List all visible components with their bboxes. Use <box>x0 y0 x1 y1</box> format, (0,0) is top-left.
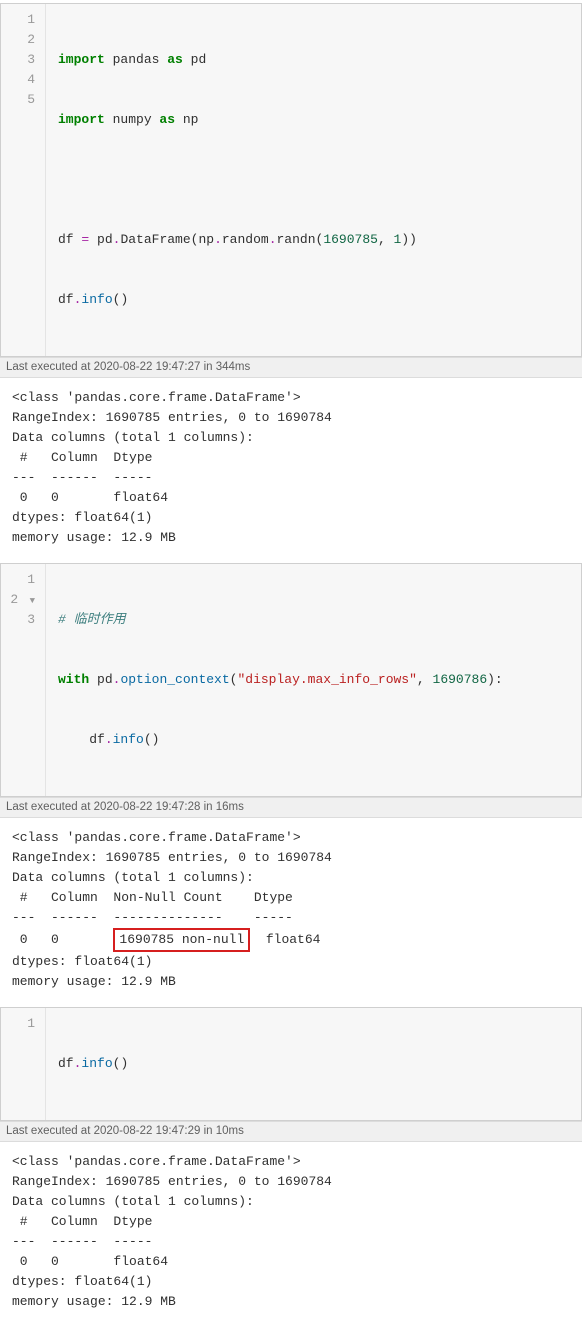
exec-status-3: Last executed at 2020-08-22 19:47:29 in … <box>0 1121 582 1142</box>
code-editor[interactable]: import pandas as pd import numpy as np d… <box>46 4 581 356</box>
cell-output-2: <class 'pandas.core.frame.DataFrame'> Ra… <box>0 818 582 1004</box>
code-cell-2[interactable]: 1 2 ▼ 3 # 临时作用 with pd.option_context("d… <box>0 563 582 797</box>
code-cell-1[interactable]: 1 2 3 4 5 import pandas as pd import num… <box>0 3 582 357</box>
line-gutter: 1 <box>1 1008 46 1120</box>
highlight-box: 1690785 non-null <box>113 928 250 952</box>
code-cell-3[interactable]: 1 df.info() <box>0 1007 582 1121</box>
exec-status-1: Last executed at 2020-08-22 19:47:27 in … <box>0 357 582 378</box>
line-gutter: 1 2 ▼ 3 <box>1 564 46 796</box>
cell-output-3: <class 'pandas.core.frame.DataFrame'> Ra… <box>0 1142 582 1324</box>
exec-status-2: Last executed at 2020-08-22 19:47:28 in … <box>0 797 582 818</box>
code-editor[interactable]: # 临时作用 with pd.option_context("display.m… <box>46 564 581 796</box>
fold-icon[interactable]: ▼ <box>26 591 35 611</box>
line-gutter: 1 2 3 4 5 <box>1 4 46 356</box>
cell-output-1: <class 'pandas.core.frame.DataFrame'> Ra… <box>0 378 582 560</box>
code-editor[interactable]: df.info() <box>46 1008 581 1120</box>
